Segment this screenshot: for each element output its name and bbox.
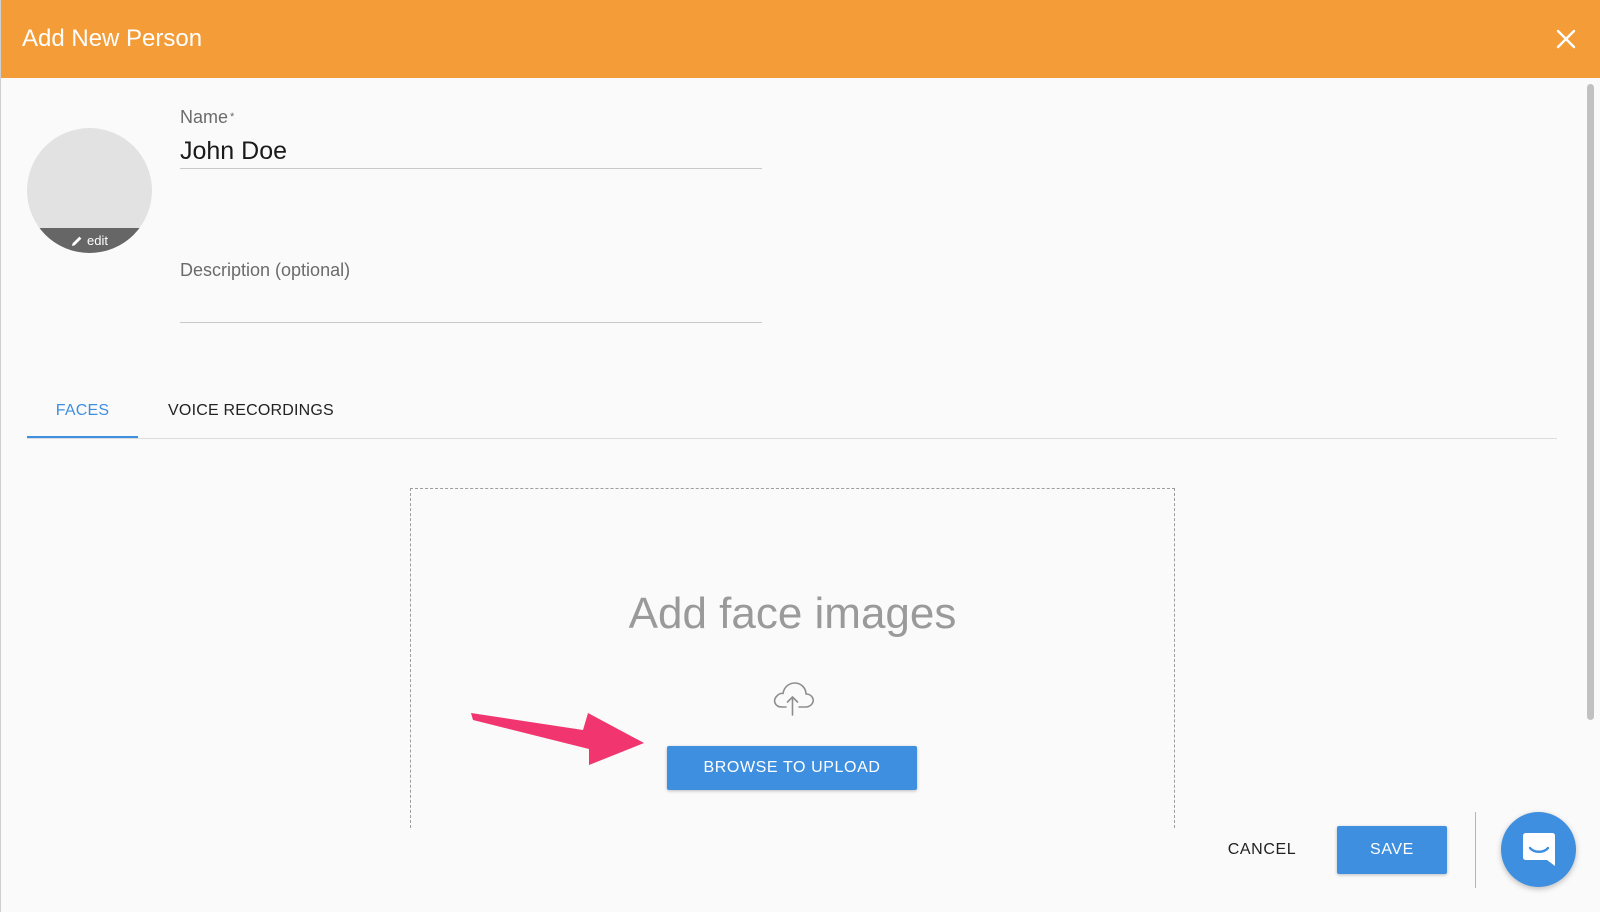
avatar[interactable]: edit [27,128,152,253]
tabs-divider [27,438,1557,439]
browse-to-upload-button[interactable]: BROWSE TO UPLOAD [667,746,917,790]
scrollbar[interactable] [1583,80,1597,820]
cancel-button[interactable]: CANCEL [1206,827,1318,873]
description-input-underline [180,322,762,323]
tab-voice-recordings[interactable]: VOICE RECORDINGS [151,385,351,437]
close-icon [1556,29,1576,49]
footer-divider [1475,812,1476,888]
chat-launcher-button[interactable] [1501,812,1576,887]
dialog-footer: CANCEL SAVE [1,812,1600,912]
avatar-edit-label: edit [87,233,108,248]
cloud-upload-icon [773,682,814,716]
chat-icon [1523,833,1555,866]
face-image-dropzone[interactable]: Add face images BROWSE TO UPLOAD [410,488,1175,828]
dialog-title: Add New Person [22,25,203,52]
name-input[interactable] [180,134,762,168]
scrollbar-thumb[interactable] [1587,84,1594,720]
name-label-text: Name [180,107,229,127]
close-button[interactable] [1551,24,1581,54]
tabs: FACES VOICE RECORDINGS [27,385,1557,439]
description-label: Description (optional) [180,260,351,280]
name-label: Name * [180,106,234,128]
annotation-arrow [471,713,644,765]
save-button[interactable]: SAVE [1337,826,1447,874]
required-mark: * [230,111,235,123]
avatar-edit-button[interactable]: edit [27,228,152,253]
dialog-header: Add New Person [1,0,1600,78]
add-person-dialog: Add New Person edit Name* Description (o… [0,0,1600,912]
description-input[interactable] [180,290,762,320]
pencil-icon [72,236,82,246]
tab-faces[interactable]: FACES [27,385,138,437]
dropzone-title: Add face images [628,589,957,638]
name-input-underline [180,168,762,169]
